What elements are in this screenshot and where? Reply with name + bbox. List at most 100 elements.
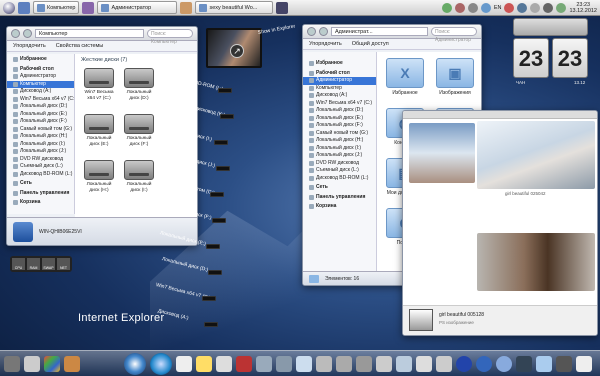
search-input[interactable]: Поиск: Администратор	[431, 27, 477, 43]
drive-item[interactable]: Локальный диск (H:)	[83, 160, 115, 193]
quicklaunch-icon[interactable]	[180, 1, 193, 14]
dock-app-icon[interactable]	[24, 355, 40, 372]
dock-app-icon[interactable]	[236, 355, 252, 372]
nav-item[interactable]: Съемный диск (L:)	[303, 167, 376, 175]
nav-item[interactable]: Панель управления	[303, 194, 376, 202]
nav-item[interactable]: DVD RW дисковод	[7, 156, 74, 164]
nav-item[interactable]: Самый новый том (G:)	[303, 130, 376, 138]
tray-icon[interactable]	[467, 2, 478, 13]
volume-icon[interactable]	[530, 2, 541, 13]
dock-app-icon[interactable]	[176, 355, 192, 372]
nav-item[interactable]: DVD RW дисковод	[303, 160, 376, 168]
share-button[interactable]: Общий доступ	[352, 41, 389, 47]
nav-item[interactable]: Дисковод BD-ROM (L:)	[303, 175, 376, 183]
dock-app-icon[interactable]	[276, 355, 292, 372]
notes-icon[interactable]	[196, 355, 212, 372]
drive-icon[interactable]	[204, 322, 218, 327]
back-button[interactable]	[11, 29, 20, 38]
drive-icon[interactable]	[220, 114, 234, 119]
dock-app-icon[interactable]	[256, 355, 272, 372]
search-input[interactable]: Поиск: Компьютер	[147, 29, 193, 45]
nav-item[interactable]: Локальный диск (E:)	[7, 111, 74, 119]
dock-app-icon[interactable]	[64, 355, 80, 372]
language-indicator[interactable]: EN	[494, 5, 502, 11]
dock-app-icon[interactable]	[296, 355, 312, 372]
dock-app-icon[interactable]	[496, 355, 512, 372]
nav-item[interactable]: Дисковод (A:)	[303, 92, 376, 100]
drive-icon[interactable]	[216, 166, 230, 171]
drive-icon[interactable]	[218, 88, 232, 93]
nav-item[interactable]: Локальный диск (H:)	[7, 133, 74, 141]
nav-item[interactable]: Избранное	[303, 60, 376, 68]
nav-item[interactable]: Корзина	[303, 203, 376, 211]
taskbar-button-photo[interactable]: sexy beautiful Wo...	[195, 1, 274, 14]
nav-item[interactable]: Самый новый том (G:)	[7, 126, 74, 134]
nav-item[interactable]: Компьютер	[7, 80, 74, 88]
drive-item[interactable]: Локальный диск (I:)	[123, 160, 155, 193]
nav-item[interactable]: Локальный диск (H:)	[303, 137, 376, 145]
dock-app-icon[interactable]	[316, 355, 332, 372]
share-arrow-icon[interactable]: ↗	[230, 44, 244, 58]
quicklaunch-icon[interactable]	[18, 1, 30, 14]
drive-icon[interactable]	[210, 192, 224, 197]
nav-item[interactable]: Компьютер	[303, 85, 376, 93]
folder-item[interactable]: ▣ Изображения	[433, 58, 477, 96]
nav-item[interactable]: Панель управления	[7, 190, 74, 198]
photo-main[interactable]	[477, 121, 595, 189]
dock-app-icon[interactable]	[44, 355, 60, 372]
nav-item[interactable]: Дисковод (A:)	[7, 88, 74, 96]
dock-app-icon[interactable]	[396, 355, 412, 372]
taskbar-button-computer[interactable]: Компьютер	[33, 1, 80, 14]
forward-button[interactable]	[319, 27, 328, 36]
dock-app-icon[interactable]	[456, 355, 472, 372]
tray-icon[interactable]	[517, 2, 528, 13]
window-preview-thumbnail[interactable]: ↗	[206, 28, 262, 68]
dock-app-icon[interactable]	[356, 355, 372, 372]
dock-app-icon[interactable]	[4, 355, 20, 372]
nav-item[interactable]: Локальный диск (E:)	[303, 115, 376, 123]
drive-item[interactable]: Локальный диск (D:)	[123, 68, 155, 101]
tray-icon[interactable]	[556, 2, 567, 13]
clock-hours[interactable]: 23	[513, 38, 549, 78]
nav-item[interactable]: Корзина	[7, 199, 74, 207]
nav-item[interactable]: Win7 Весьма x64 v7 (C:)	[303, 100, 376, 108]
dock-app-icon[interactable]	[576, 355, 592, 372]
drive-item[interactable]: Локальный диск (F:)	[123, 114, 155, 147]
nav-item[interactable]: Сеть	[303, 184, 376, 192]
drive-item[interactable]: Win7 Весьма x64 v7 (C:)	[83, 68, 115, 101]
tray-icon[interactable]	[441, 2, 452, 13]
dock-app-icon[interactable]	[436, 355, 452, 372]
forward-button[interactable]	[23, 29, 32, 38]
drive-icon[interactable]	[208, 270, 222, 275]
organize-button[interactable]: Упорядочить	[13, 43, 46, 49]
dock-app-icon[interactable]	[216, 355, 232, 372]
nav-item[interactable]: Локальный диск (I:)	[303, 145, 376, 153]
drive-icon[interactable]	[214, 140, 228, 145]
system-properties-button[interactable]: Свойства системы	[56, 43, 104, 49]
drive-icon[interactable]	[202, 296, 216, 301]
dock-app-icon[interactable]	[516, 355, 532, 372]
tray-icon[interactable]	[504, 2, 515, 13]
nav-item[interactable]: Локальный диск (J:)	[303, 152, 376, 160]
address-bar[interactable]: Компьютер	[35, 29, 144, 38]
safari-icon[interactable]	[124, 352, 146, 375]
photo-thumbnail[interactable]	[477, 233, 595, 291]
nav-item[interactable]: Сеть	[7, 180, 74, 188]
nav-item[interactable]: Съемный диск (L:)	[7, 163, 74, 171]
nav-item[interactable]: Локальный диск (F:)	[303, 122, 376, 130]
photo-thumbnail[interactable]	[409, 123, 475, 183]
back-button[interactable]	[307, 27, 316, 36]
save-icon[interactable]	[276, 1, 289, 14]
dock-app-icon[interactable]	[476, 355, 492, 372]
nav-item[interactable]: Избранное	[7, 56, 74, 64]
organize-button[interactable]: Упорядочить	[309, 41, 342, 47]
nav-item[interactable]: Администратор	[303, 77, 376, 85]
nav-item[interactable]: Администратор	[7, 73, 74, 81]
nav-item[interactable]: Локальный диск (D:)	[7, 103, 74, 111]
folder-item[interactable]: X Избранное	[383, 58, 427, 96]
dock-app-icon[interactable]	[556, 355, 572, 372]
network-icon[interactable]	[543, 2, 554, 13]
taskbar-clock[interactable]: 23:23 13.12.2012	[569, 2, 597, 14]
drive-icon[interactable]	[206, 244, 220, 249]
taskbar-button-admin[interactable]: Администратор	[97, 1, 178, 14]
